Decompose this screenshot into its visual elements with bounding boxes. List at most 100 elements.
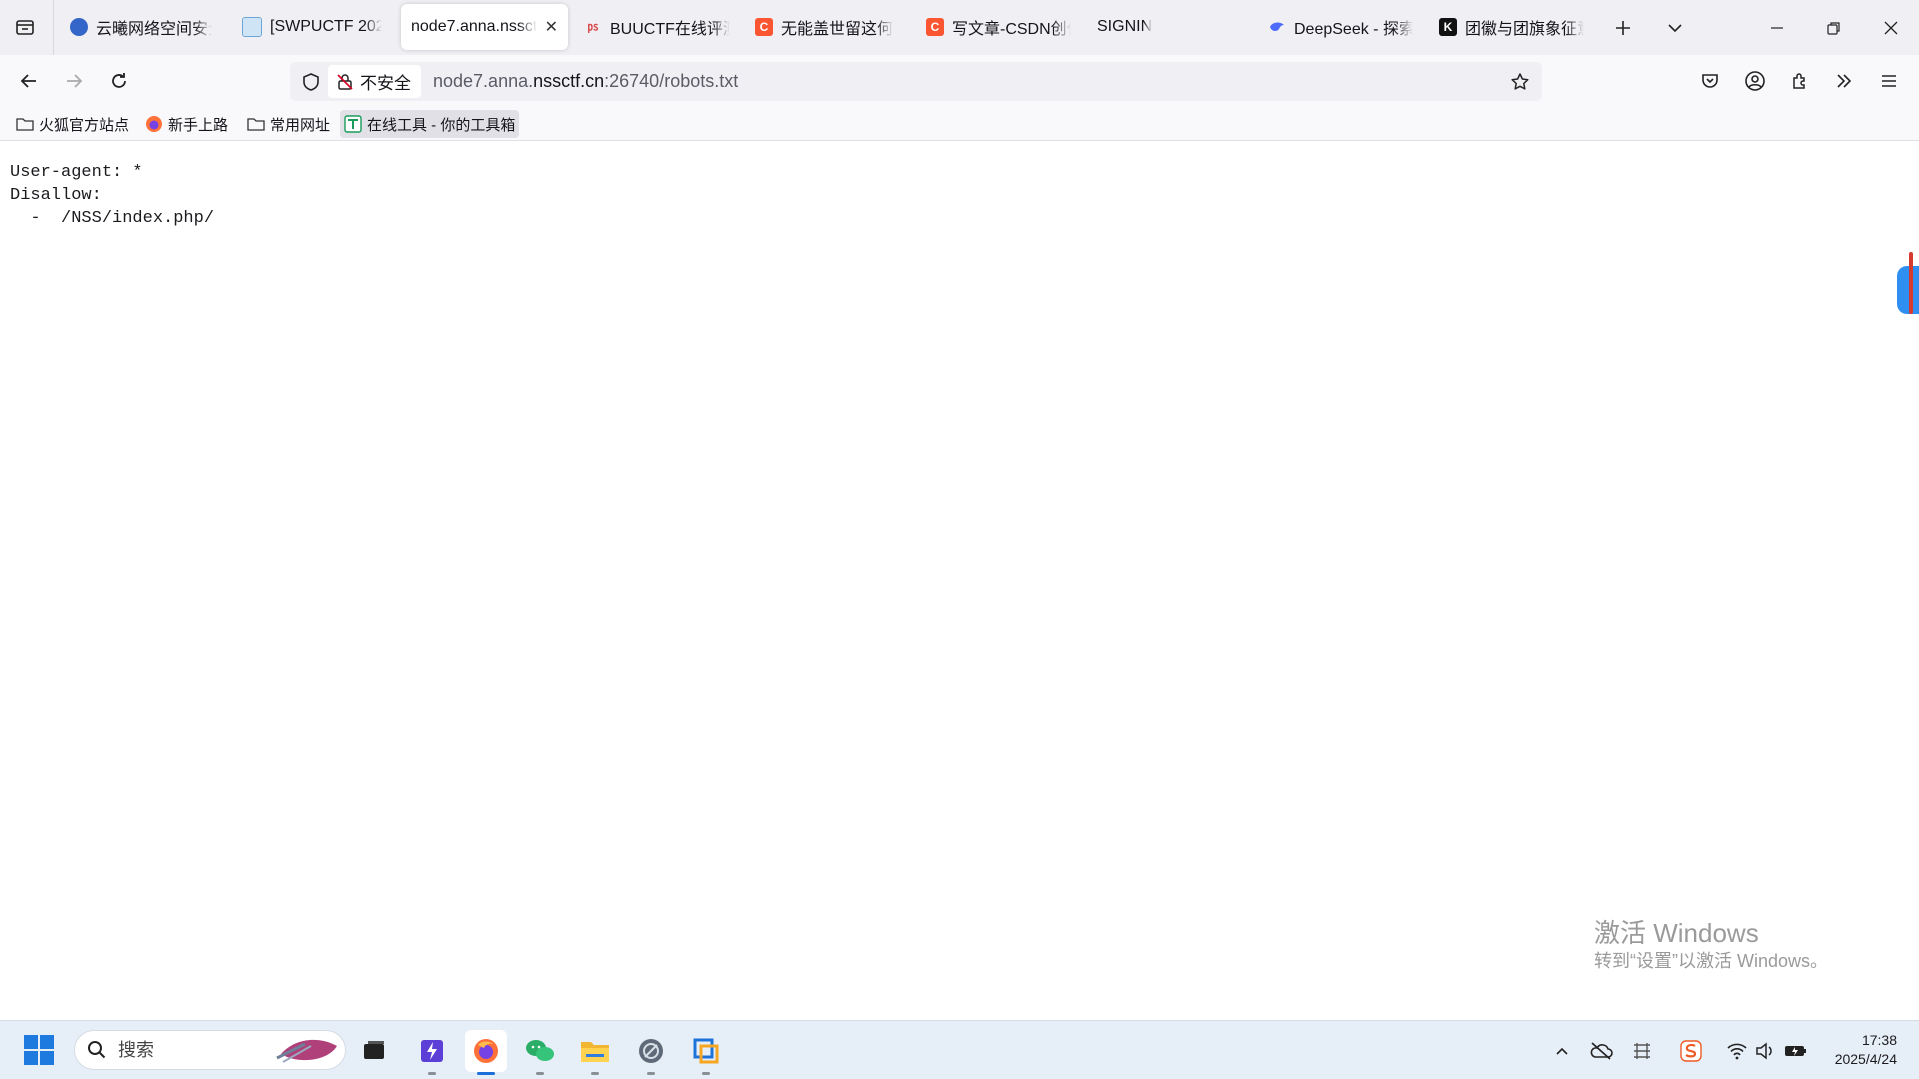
minimize-button[interactable]: [1757, 8, 1797, 48]
bookmark-firefox-official[interactable]: 火狐官方站点: [12, 110, 133, 138]
insecure-lock-icon: [337, 73, 353, 90]
chevron-up-icon: [1556, 1047, 1568, 1055]
tab-swpuctf[interactable]: [SWPUCTF 2022: [232, 4, 392, 50]
tray-ime-tool[interactable]: [1629, 1038, 1655, 1064]
show-hidden-icons-button[interactable]: [1549, 1038, 1575, 1064]
taskbar-clock[interactable]: 17:38 2025/4/24: [1835, 1031, 1897, 1069]
bookmarks-toolbar: 火狐官方站点 新手上路 常用网址 在线工具 - 你的工具箱: [0, 107, 1919, 141]
taskbar-file-explorer[interactable]: [574, 1030, 616, 1075]
account-button[interactable]: [1737, 63, 1773, 99]
hamburger-menu-icon: [1882, 75, 1896, 87]
tracking-protection-button[interactable]: [296, 67, 326, 97]
tab-strip: 云曦网络空间安全 [SWPUCTF 2022 node7.anna.nssct …: [0, 0, 1919, 55]
robots-txt-content: User-agent: * Disallow: - /NSS/index.php…: [10, 163, 215, 228]
firefox-icon: [474, 1039, 498, 1063]
tab-robots-active[interactable]: node7.anna.nssct ✕: [401, 4, 568, 50]
connection-not-secure-button[interactable]: 不安全: [328, 65, 421, 98]
lightning-app-icon: [421, 1040, 443, 1062]
taskbar-network-tool[interactable]: [630, 1030, 672, 1075]
search-highlight-decoration-icon: [276, 1039, 337, 1063]
url-suffix: :26740/robots.txt: [604, 71, 739, 91]
back-button[interactable]: [11, 63, 47, 99]
folder-icon: [16, 118, 34, 131]
side-floating-widget[interactable]: [1897, 252, 1919, 314]
page-content: User-agent: * Disallow: - /NSS/index.php…: [0, 141, 1919, 1020]
speaker-icon: [1756, 1042, 1772, 1060]
search-icon: [88, 1041, 106, 1059]
url-text[interactable]: node7.anna.nssctf.cn:26740/robots.txt: [433, 62, 738, 101]
running-indicator: [647, 1072, 655, 1075]
taskbar-dev-tool[interactable]: [411, 1030, 453, 1075]
tab-title: node7.anna.nssct: [411, 18, 537, 35]
wechat-icon: [526, 1040, 554, 1061]
extensions-button[interactable]: [1782, 63, 1818, 99]
security-label: 不安全: [360, 74, 411, 93]
running-indicator: [536, 1072, 544, 1075]
tab-title: 团徽与团旗象征意: [1465, 21, 1584, 38]
start-button[interactable]: [22, 1033, 56, 1067]
tab-tuanhui[interactable]: K 团徽与团旗象征意: [1429, 4, 1594, 50]
tray-wifi[interactable]: [1724, 1038, 1750, 1064]
bookmark-label: 在线工具 - 你的工具箱: [367, 116, 516, 134]
tab-buuctf[interactable]: ㎰ BUUCTF在线评测: [574, 4, 740, 50]
windows-logo-icon: [24, 1035, 54, 1065]
tray-onedrive[interactable]: [1588, 1038, 1614, 1064]
tab-title: 云曦网络空间安全: [96, 21, 212, 38]
app-menu-button[interactable]: [1871, 63, 1907, 99]
bookmark-common-sites[interactable]: 常用网址: [243, 110, 334, 138]
reload-button[interactable]: [101, 63, 137, 99]
wifi-icon: [1727, 1043, 1747, 1060]
tab-cyber[interactable]: 云曦网络空间安全: [60, 4, 222, 50]
url-host: nssctf.cn: [533, 71, 605, 91]
tab-deepseek[interactable]: DeepSeek - 探索: [1258, 4, 1423, 50]
bookmark-online-tools[interactable]: 在线工具 - 你的工具箱: [340, 110, 520, 138]
tab-csdn-1[interactable]: C 无能盖世留这何: [745, 4, 910, 50]
account-icon: [1745, 71, 1765, 91]
navigation-toolbar: 不安全 node7.anna.nssctf.cn:26740/robots.tx…: [0, 55, 1919, 107]
close-window-button[interactable]: [1871, 8, 1911, 48]
taskbar-firefox[interactable]: [465, 1030, 507, 1075]
tab-close-icon[interactable]: ✕: [545, 17, 558, 37]
tray-sogou-input[interactable]: [1678, 1038, 1704, 1064]
tab-list-button[interactable]: [8, 10, 42, 44]
cloud-offline-icon: [1590, 1042, 1613, 1060]
firefox-icon: [146, 116, 162, 132]
star-icon: [1511, 73, 1529, 90]
pocket-button[interactable]: [1692, 63, 1728, 99]
taskbar-virtualbox[interactable]: [685, 1030, 727, 1075]
tab-title: SIGNIN: [1097, 18, 1153, 35]
clock-time: 17:38: [1861, 1032, 1897, 1048]
folder-icon: [247, 118, 265, 131]
bookmark-label: 常用网址: [270, 116, 331, 134]
chevron-down-icon: [1668, 24, 1682, 33]
restore-icon: [1827, 22, 1840, 35]
clock-date: 2025/4/24: [1834, 1051, 1897, 1067]
more-tools-button[interactable]: [1826, 63, 1862, 99]
buu-favicon-icon: ㎰: [587, 20, 599, 33]
taskbar-search-box[interactable]: 搜索: [74, 1030, 346, 1070]
restore-button[interactable]: [1814, 8, 1854, 48]
deepseek-favicon-icon: [1268, 18, 1286, 36]
double-chevron-right-icon: [1837, 74, 1852, 88]
url-prefix: node7.anna.: [433, 71, 534, 91]
tab-signin[interactable]: SIGNIN: [1087, 4, 1252, 50]
csdn-favicon-icon: C: [755, 18, 773, 36]
new-tab-button[interactable]: [1603, 8, 1643, 48]
bookmark-label: 新手上路: [168, 116, 229, 134]
bookmark-label: 火狐官方站点: [39, 116, 130, 134]
tab-csdn-2[interactable]: C 写文章-CSDN创作: [916, 4, 1081, 50]
address-bar[interactable]: 不安全 node7.anna.nssctf.cn:26740/robots.tx…: [290, 62, 1542, 101]
list-all-tabs-button[interactable]: [1655, 8, 1695, 48]
running-indicator: [477, 1072, 495, 1075]
tray-volume[interactable]: [1752, 1038, 1778, 1064]
tab-title: [SWPUCTF 2022: [270, 18, 382, 35]
folder-icon: [581, 1042, 609, 1062]
forward-button[interactable]: [56, 63, 92, 99]
plus-icon: [1616, 21, 1630, 35]
taskbar-wechat[interactable]: [519, 1030, 561, 1075]
bookmark-star-button[interactable]: [1504, 66, 1536, 98]
running-indicator: [702, 1072, 710, 1075]
taskbar-task-view[interactable]: [353, 1030, 395, 1072]
bookmark-getting-started[interactable]: 新手上路: [141, 110, 232, 138]
tray-battery[interactable]: [1783, 1038, 1809, 1064]
